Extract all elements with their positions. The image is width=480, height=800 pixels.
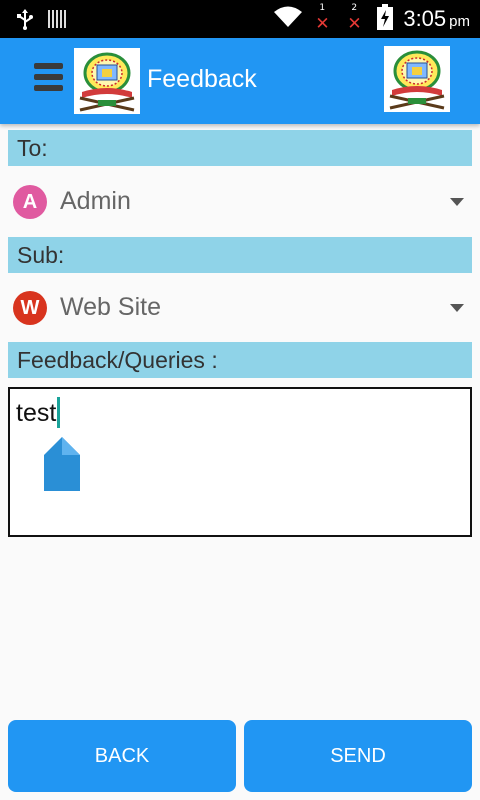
to-recipient-spinner[interactable]: A Admin: [8, 174, 472, 230]
admin-avatar-icon: A: [13, 185, 47, 219]
wifi-icon: [273, 5, 303, 33]
status-bar: 1 ✕ 2 ✕ 3:05 pm: [0, 0, 480, 38]
to-label: To:: [17, 135, 48, 161]
subject-spinner[interactable]: W Web Site: [8, 280, 472, 336]
back-button[interactable]: BACK: [8, 720, 236, 792]
status-bar-right: 1 ✕ 2 ✕ 3:05 pm: [273, 3, 470, 34]
emblem-logo-icon: [74, 48, 140, 114]
signal-no-service-icon: 2 ✕: [345, 3, 367, 34]
clock: 3:05 pm: [403, 6, 470, 32]
feedback-label: Feedback/Queries :: [17, 347, 218, 373]
hamburger-menu-icon[interactable]: [34, 63, 64, 97]
dropdown-caret-icon: [450, 304, 464, 312]
sim2-label: 2: [351, 3, 358, 13]
sub-section-header: Sub:: [8, 237, 472, 273]
to-section-header: To:: [8, 130, 472, 166]
feedback-section-header: Feedback/Queries :: [8, 342, 472, 378]
feedback-text-container: test: [16, 396, 61, 428]
feedback-text: test: [16, 399, 57, 427]
usb-icon: [16, 8, 34, 34]
barcode-icon: [48, 10, 66, 32]
to-recipient-value: Admin: [60, 187, 131, 215]
app-bar: Feedback: [0, 38, 480, 124]
feedback-textarea[interactable]: test: [8, 387, 472, 537]
status-bar-left: [16, 8, 66, 34]
subject-value: Web Site: [60, 293, 161, 321]
send-button[interactable]: SEND: [244, 720, 472, 792]
clock-suffix: pm: [449, 13, 470, 30]
no-signal-x-icon: ✕: [347, 14, 362, 34]
signal-no-service-icon: 1 ✕: [313, 3, 335, 34]
sim1-label: 1: [319, 3, 326, 13]
battery-charging-icon: [377, 4, 394, 34]
text-cursor: [57, 396, 61, 428]
clock-time: 3:05: [403, 6, 447, 31]
no-signal-x-icon: ✕: [315, 14, 330, 34]
website-avatar-icon: W: [13, 291, 47, 325]
dropdown-caret-icon: [450, 198, 464, 206]
emblem-logo-icon: [384, 46, 450, 112]
text-selection-handle[interactable]: [42, 435, 82, 495]
page-title: Feedback: [147, 65, 257, 93]
sub-label: Sub:: [17, 242, 65, 268]
